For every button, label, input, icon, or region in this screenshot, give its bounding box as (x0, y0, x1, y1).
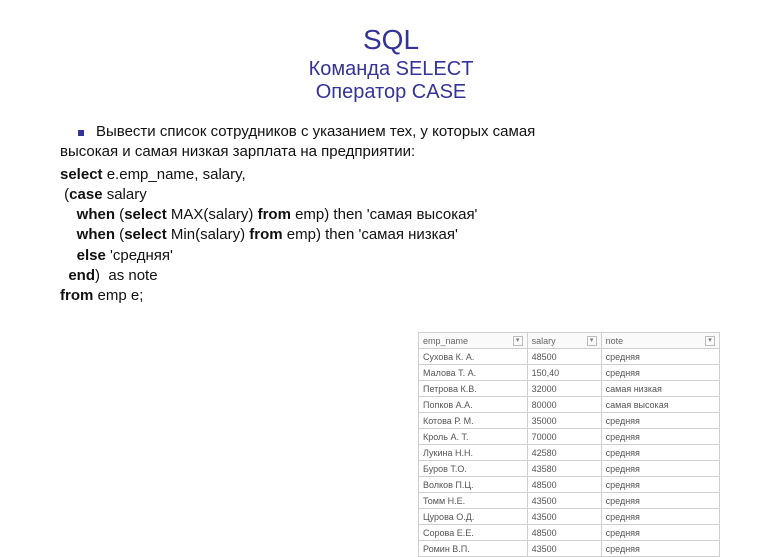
title-subtitle-1: Команда SELECT (60, 58, 722, 81)
table-row: Петрова К.В.32000самая низкая (419, 381, 720, 397)
table-cell: 35000 (527, 413, 601, 429)
table-cell: Петрова К.В. (419, 381, 528, 397)
code-line-5: else 'средняя' (60, 246, 722, 266)
bullet-square-icon (78, 130, 84, 136)
dropdown-icon[interactable]: ▾ (587, 336, 597, 346)
table-row: Буров Т.О.43580средняя (419, 461, 720, 477)
table-cell: Томм Н.Е. (419, 493, 528, 509)
table-cell: Ромин В.П. (419, 541, 528, 557)
table-cell: 42580 (527, 445, 601, 461)
table-cell: средняя (601, 509, 719, 525)
body-text: Вывести список сотрудников с указанием т… (60, 122, 722, 306)
table-row: Лукина Н.Н.42580средняя (419, 445, 720, 461)
table-head: emp_name▾ salary▾ note▾ (419, 333, 720, 349)
table-row: Волков П.Ц.48500средняя (419, 477, 720, 493)
table-cell: Малова Т. А. (419, 365, 528, 381)
code-line-4: when (select Min(salary) from emp) then … (60, 225, 722, 245)
table-cell: Котова Р. М. (419, 413, 528, 429)
table-cell: 43500 (527, 509, 601, 525)
result-table: emp_name▾ salary▾ note▾ Сухова К. А.4850… (418, 332, 720, 557)
table-cell: средняя (601, 445, 719, 461)
bullet-item: Вывести список сотрудников с указанием т… (60, 122, 722, 142)
table-cell: 43580 (527, 461, 601, 477)
table-header-row: emp_name▾ salary▾ note▾ (419, 333, 720, 349)
bullet-text-line2: высокая и самая низкая зарплата на предп… (60, 142, 722, 162)
table-cell: средняя (601, 429, 719, 445)
table-cell: самая низкая (601, 381, 719, 397)
table-cell: средняя (601, 461, 719, 477)
title-block: SQL Команда SELECT Оператор CASE (60, 24, 722, 104)
code-line-1: select e.emp_name, salary, (60, 165, 722, 185)
result-table-wrap: emp_name▾ salary▾ note▾ Сухова К. А.4850… (418, 332, 720, 557)
table-cell: Кроль А. Т. (419, 429, 528, 445)
slide-content: SQL Команда SELECT Оператор CASE Вывести… (0, 0, 772, 326)
table-cell: Волков П.Ц. (419, 477, 528, 493)
dropdown-icon[interactable]: ▾ (513, 336, 523, 346)
table-cell: средняя (601, 477, 719, 493)
table-cell: 48500 (527, 525, 601, 541)
table-cell: средняя (601, 413, 719, 429)
sql-code-block: select e.emp_name, salary, (case salary … (60, 165, 722, 307)
code-line-7: from emp e; (60, 286, 722, 306)
table-cell: Цурова О.Д. (419, 509, 528, 525)
title-subtitle-2: Оператор CASE (60, 81, 722, 104)
table-cell: Буров Т.О. (419, 461, 528, 477)
table-cell: средняя (601, 525, 719, 541)
table-cell: 43500 (527, 541, 601, 557)
bullet-text-line1: Вывести список сотрудников с указанием т… (96, 122, 722, 142)
col-header-emp-name[interactable]: emp_name▾ (419, 333, 528, 349)
code-line-3: when (select MAX(salary) from emp) then … (60, 205, 722, 225)
table-cell: средняя (601, 493, 719, 509)
table-cell: 80000 (527, 397, 601, 413)
col-header-note[interactable]: note▾ (601, 333, 719, 349)
table-body: Сухова К. А.48500средняяМалова Т. А.150,… (419, 349, 720, 557)
table-cell: 48500 (527, 349, 601, 365)
table-row: Кроль А. Т.70000средняя (419, 429, 720, 445)
table-cell: средняя (601, 365, 719, 381)
table-cell: 48500 (527, 477, 601, 493)
table-cell: 150,40 (527, 365, 601, 381)
code-line-2: (case salary (60, 185, 722, 205)
table-cell: Попков А.А. (419, 397, 528, 413)
table-cell: Сорова Е.Е. (419, 525, 528, 541)
table-row: Ромин В.П.43500средняя (419, 541, 720, 557)
table-row: Томм Н.Е.43500средняя (419, 493, 720, 509)
title-main: SQL (60, 24, 722, 56)
table-row: Котова Р. М.35000средняя (419, 413, 720, 429)
table-cell: средняя (601, 349, 719, 365)
table-cell: 32000 (527, 381, 601, 397)
dropdown-icon[interactable]: ▾ (705, 336, 715, 346)
table-row: Цурова О.Д.43500средняя (419, 509, 720, 525)
col-header-salary[interactable]: salary▾ (527, 333, 601, 349)
table-cell: 70000 (527, 429, 601, 445)
table-cell: Лукина Н.Н. (419, 445, 528, 461)
table-cell: средняя (601, 541, 719, 557)
code-line-6: end) as note (60, 266, 722, 286)
table-row: Сухова К. А.48500средняя (419, 349, 720, 365)
table-cell: 43500 (527, 493, 601, 509)
table-row: Попков А.А.80000самая высокая (419, 397, 720, 413)
table-row: Сорова Е.Е.48500средняя (419, 525, 720, 541)
table-row: Малова Т. А.150,40средняя (419, 365, 720, 381)
table-cell: Сухова К. А. (419, 349, 528, 365)
table-cell: самая высокая (601, 397, 719, 413)
